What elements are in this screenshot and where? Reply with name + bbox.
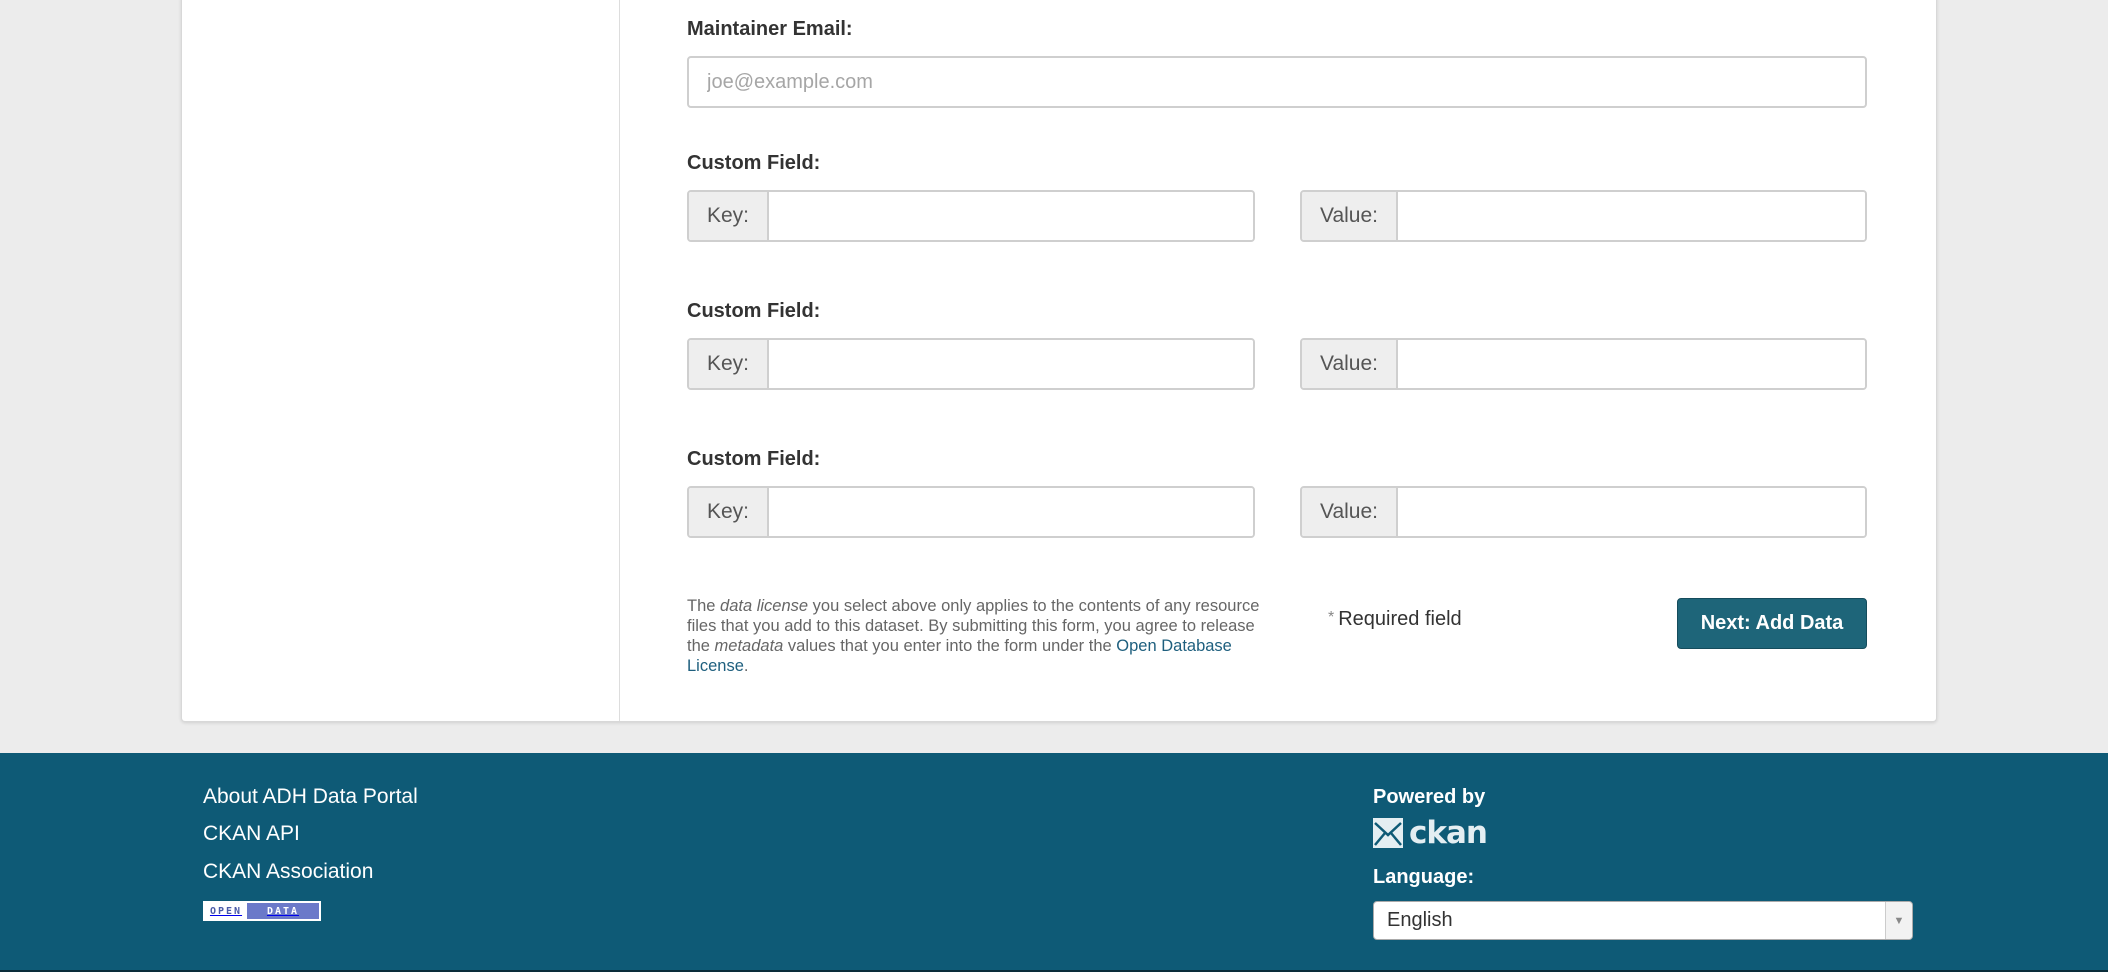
next-add-data-button[interactable]: Next: Add Data	[1677, 598, 1867, 649]
open-data-badge-data: DATA	[247, 903, 319, 919]
custom-field-value-input[interactable]	[1398, 340, 1865, 388]
value-addon: Value:	[1302, 340, 1398, 388]
required-star: *	[1328, 609, 1335, 626]
custom-field-value-input[interactable]	[1398, 192, 1865, 240]
language-select[interactable]: English ▼	[1373, 901, 1913, 940]
custom-field-value-input[interactable]	[1398, 488, 1865, 536]
footer-link-ckan-api[interactable]: CKAN API	[203, 822, 300, 846]
custom-field-label: Custom Field:	[687, 152, 821, 174]
key-addon: Key:	[689, 488, 770, 536]
required-field-note: * Required field	[1328, 608, 1462, 631]
ckan-logo[interactable]: ckan	[1373, 815, 1488, 851]
custom-field-value-group: Value:	[1300, 486, 1867, 538]
license-emphasis: data license	[720, 597, 809, 615]
custom-field-key-input[interactable]	[769, 340, 1253, 388]
required-field-text: Required field	[1338, 608, 1462, 630]
value-addon: Value:	[1302, 488, 1398, 536]
custom-field-key-group: Key:	[687, 338, 1255, 390]
ckan-envelope-icon	[1373, 818, 1403, 848]
custom-field-value-group: Value:	[1300, 190, 1867, 242]
value-addon: Value:	[1302, 192, 1398, 240]
custom-field-label: Custom Field:	[687, 300, 821, 322]
key-addon: Key:	[689, 192, 770, 240]
open-data-badge[interactable]: OPEN DATA	[203, 901, 321, 921]
ckan-logo-text: ckan	[1409, 815, 1488, 851]
footer-link-ckan-association[interactable]: CKAN Association	[203, 860, 373, 884]
language-label: Language:	[1373, 866, 1475, 888]
open-data-badge-open: OPEN	[205, 903, 247, 919]
maintainer-email-label: Maintainer Email:	[687, 18, 853, 40]
key-addon: Key:	[689, 340, 770, 388]
site-footer: About ADH Data Portal CKAN API CKAN Asso…	[0, 753, 2108, 972]
footer-link-about[interactable]: About ADH Data Portal	[203, 785, 418, 809]
metadata-emphasis: metadata	[714, 637, 784, 655]
language-select-value: English	[1387, 909, 1453, 931]
custom-field-value-group: Value:	[1300, 338, 1867, 390]
maintainer-email-input[interactable]	[687, 56, 1867, 108]
custom-field-key-group: Key:	[687, 190, 1255, 242]
custom-field-key-input[interactable]	[769, 488, 1253, 536]
powered-by-label: Powered by	[1373, 786, 1486, 808]
custom-field-label: Custom Field:	[687, 448, 821, 470]
license-note: The data license you select above only a…	[687, 597, 1260, 675]
sidebar-divider	[619, 0, 620, 721]
chevron-down-icon: ▼	[1885, 902, 1912, 939]
custom-field-key-input[interactable]	[769, 192, 1253, 240]
custom-field-key-group: Key:	[687, 486, 1255, 538]
